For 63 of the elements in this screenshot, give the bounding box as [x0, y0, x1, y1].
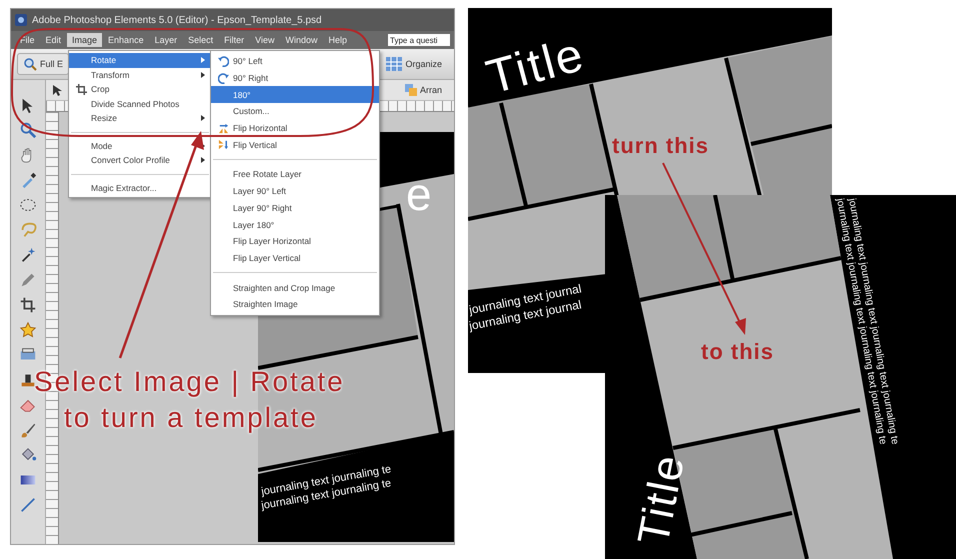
menu[interactable]: Select [183, 33, 218, 47]
menu-item[interactable]: Flip Vertical [211, 136, 379, 154]
magnifier-icon[interactable] [19, 121, 37, 139]
template-title-text: Title [481, 28, 590, 105]
arrange-button[interactable]: Arran [398, 80, 448, 100]
submenu-arrow-icon [201, 115, 205, 122]
flip-vertical-icon [218, 139, 228, 150]
annotation-label: to this [701, 339, 774, 365]
rotate-right-icon [218, 72, 228, 84]
submenu-arrow-icon [201, 57, 205, 64]
menu-item[interactable]: Layer 180° [211, 216, 379, 233]
menu-item[interactable]: Free Rotate Layer [211, 166, 379, 183]
flip-horizontal-icon [218, 122, 228, 134]
annotation-caption: to turn a template [64, 402, 318, 434]
menu-item[interactable]: 180° [211, 86, 379, 104]
crop-icon [76, 84, 86, 95]
full-edit-button[interactable]: Full E [17, 53, 70, 75]
menu-item[interactable]: Crop [69, 82, 211, 96]
grid-icon [386, 57, 402, 71]
annotation-caption: Select Image | Rotate [34, 366, 345, 398]
menu-item[interactable]: Custom... [211, 103, 379, 120]
menu-item[interactable]: 90° Right [211, 70, 379, 86]
submenu-arrow-icon [201, 72, 205, 78]
magic-wand-icon[interactable] [19, 246, 37, 264]
layers-icon [404, 84, 417, 96]
help-search-field[interactable]: Type a questi [388, 34, 450, 46]
menu-item[interactable]: Transform [69, 68, 211, 82]
window-title: Adobe Photoshop Elements 5.0 (Editor) - Epson_Template_5.psd [32, 14, 322, 26]
menu-item[interactable]: Flip Layer Vertical [211, 250, 379, 266]
organize-button[interactable]: Organize [380, 53, 448, 75]
star-icon[interactable] [19, 321, 37, 339]
menu-item[interactable]: Flip Layer Horizontal [211, 232, 379, 250]
menu[interactable]: View [250, 33, 280, 47]
annotation-label: turn this [612, 133, 709, 159]
marquee-icon[interactable] [19, 196, 37, 214]
magnifier-icon [23, 57, 37, 71]
menu-item[interactable]: Straighten Image [211, 296, 379, 313]
submenu-arrow-icon [201, 157, 205, 164]
menu-item[interactable]: Resize [69, 111, 211, 126]
app-icon [15, 14, 27, 26]
menu-item[interactable]: Magic Extractor... [69, 180, 211, 195]
menu[interactable]: Enhance [103, 33, 149, 47]
template-title-text: Title [628, 450, 694, 549]
menu-item[interactable]: 90° Left [211, 53, 379, 70]
rotate-left-icon [218, 56, 228, 67]
pencil-icon[interactable] [19, 271, 37, 289]
menu-item[interactable]: Convert Color Profile [69, 153, 211, 168]
line-tool-icon[interactable] [19, 496, 37, 514]
menu-item[interactable]: Rotate [69, 53, 211, 68]
menu[interactable]: Image [67, 33, 102, 47]
menu[interactable]: Layer [150, 33, 182, 47]
menu[interactable]: Edit [40, 33, 66, 47]
template-title-text: e [406, 168, 432, 220]
crop-tool-icon[interactable] [19, 296, 37, 314]
menu[interactable]: Help [323, 33, 352, 47]
menu-item[interactable]: Layer 90° Left [211, 182, 379, 200]
menu-item[interactable]: Layer 90° Right [211, 200, 379, 216]
menu-item[interactable]: Flip Horizontal [211, 120, 379, 136]
menu-item[interactable]: Divide Scanned Photos [69, 96, 211, 111]
menu[interactable]: Window [280, 33, 322, 47]
menu-item[interactable]: Straighten and Crop Image [211, 279, 379, 296]
brush-icon[interactable] [19, 421, 37, 439]
menu[interactable]: Filter [219, 33, 250, 47]
